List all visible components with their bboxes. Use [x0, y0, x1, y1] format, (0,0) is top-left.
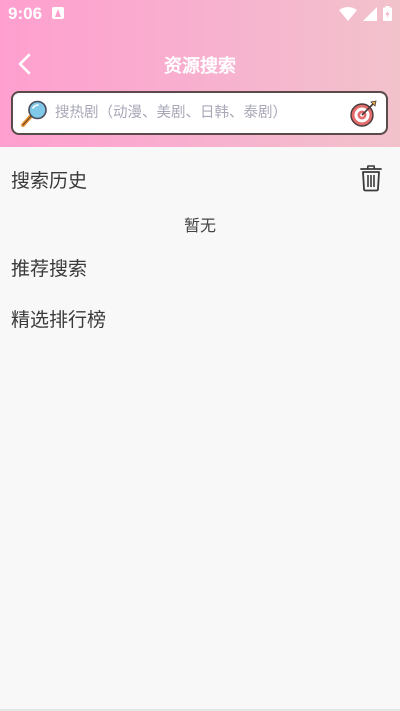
search-input[interactable] — [55, 99, 345, 127]
signal-icon — [363, 6, 377, 21]
status-icons — [339, 6, 392, 21]
ranking-title: 精选排行榜 — [11, 309, 107, 331]
trash-icon — [360, 165, 382, 192]
clear-history-button[interactable] — [359, 164, 383, 192]
header-bar: 9:06 资源搜索 — [0, 0, 400, 147]
history-empty-text: 暂无 — [183, 216, 216, 235]
target-icon[interactable] — [348, 99, 378, 129]
title-row: 资源搜索 — [0, 44, 400, 84]
page-title: 资源搜索 — [164, 56, 236, 77]
magnifier-icon — [21, 100, 47, 127]
wifi-icon — [339, 6, 357, 21]
battery-icon — [383, 6, 392, 21]
history-title: 搜索历史 — [11, 170, 88, 192]
recommend-title: 推荐搜索 — [11, 258, 88, 280]
search-box[interactable] — [11, 91, 388, 135]
status-bar: 9:06 — [0, 0, 400, 28]
status-time: 9:06 — [8, 4, 43, 23]
notification-icon — [52, 7, 64, 19]
